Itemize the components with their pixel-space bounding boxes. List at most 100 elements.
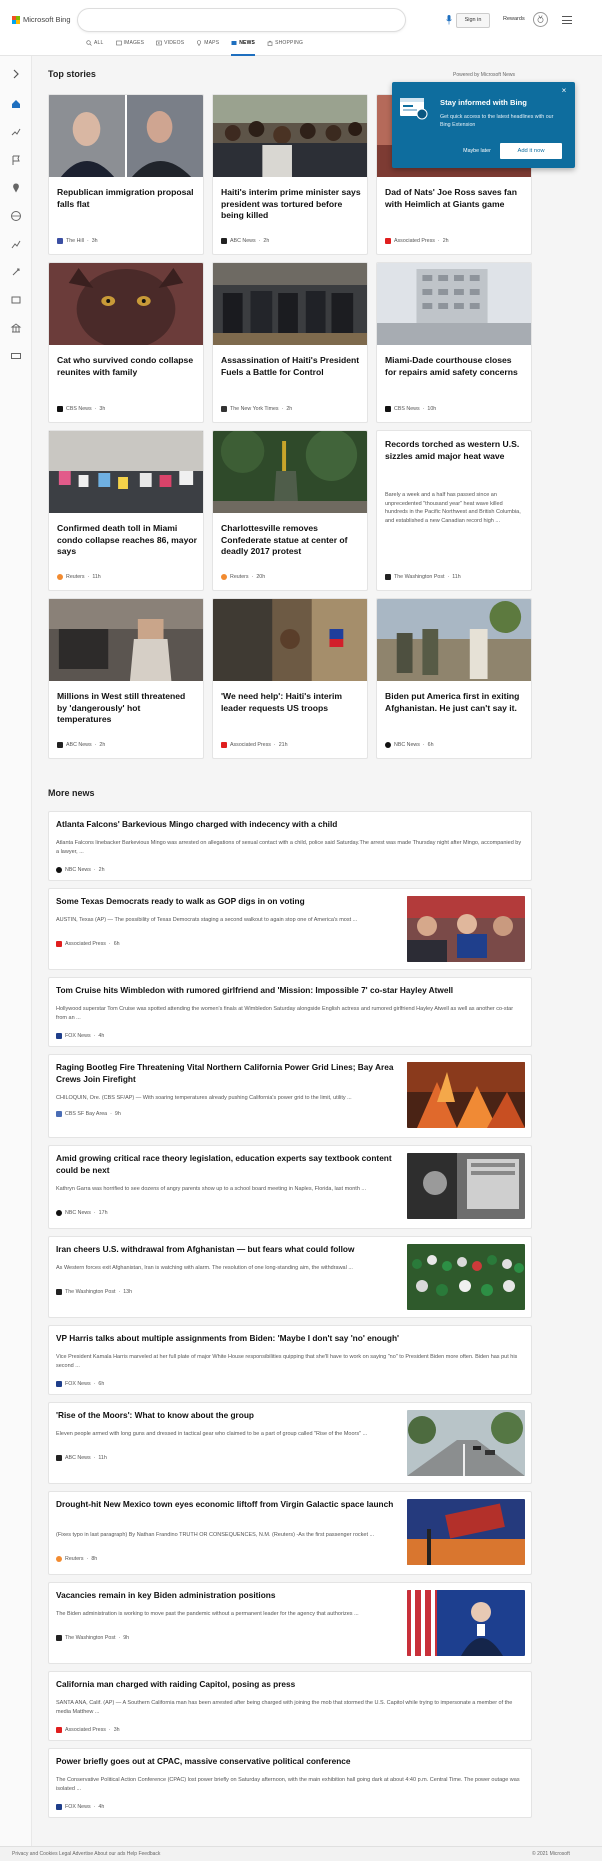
sign-in-button[interactable]: Sign in	[456, 13, 490, 28]
story-title[interactable]: Republican immigration proposal falls fl…	[57, 187, 197, 210]
story-source: Reuters · 20h	[221, 574, 265, 580]
news-title[interactable]: California man charged with raiding Capi…	[56, 1679, 522, 1691]
story-image	[213, 599, 367, 681]
story-title[interactable]: Records torched as western U.S. sizzles …	[385, 439, 525, 462]
story-title[interactable]: Biden put America first in exiting Afgha…	[385, 691, 525, 714]
header: Microsoft Bing Sign in Rewards ALL IMAGE…	[0, 0, 602, 56]
menu-icon[interactable]	[562, 16, 572, 24]
source-logo-icon	[221, 238, 227, 244]
story-title[interactable]: Charlottesville removes Confederate stat…	[221, 523, 361, 558]
source-logo-icon	[385, 238, 391, 244]
story-card[interactable]: Confirmed death toll in Miami condo coll…	[48, 430, 204, 591]
news-item[interactable]: Amid growing critical race theory legisl…	[48, 1145, 532, 1229]
news-item[interactable]: Drought-hit New Mexico town eyes economi…	[48, 1491, 532, 1575]
news-title[interactable]: Atlanta Falcons' Barkevious Mingo charge…	[56, 819, 522, 831]
news-source: FOX News · 4h	[56, 1804, 104, 1810]
news-title[interactable]: Tom Cruise hits Wimbledon with rumored g…	[56, 985, 522, 997]
story-card[interactable]: Millions in West still threatened by 'da…	[48, 598, 204, 759]
rewards-label[interactable]: Rewards	[503, 16, 525, 22]
tab-images[interactable]: IMAGES	[115, 40, 145, 56]
tab-shopping[interactable]: SHOPPING	[267, 40, 303, 56]
story-card[interactable]: Charlottesville removes Confederate stat…	[212, 430, 368, 591]
search-icon	[86, 40, 92, 46]
source-logo-icon	[56, 1556, 62, 1562]
news-title[interactable]: Iran cheers U.S. withdrawal from Afghani…	[56, 1244, 396, 1256]
story-title[interactable]: Miami-Dade courthouse closes for repairs…	[385, 355, 525, 378]
microphone-icon[interactable]	[446, 15, 452, 25]
news-item[interactable]: VP Harris talks about multiple assignmen…	[48, 1325, 532, 1395]
news-item[interactable]: Iran cheers U.S. withdrawal from Afghani…	[48, 1236, 532, 1318]
business-icon[interactable]	[10, 238, 22, 250]
close-icon[interactable]: ×	[559, 86, 569, 96]
story-title[interactable]: Cat who survived condo collapse reunites…	[57, 355, 197, 378]
news-title[interactable]: Drought-hit New Mexico town eyes economi…	[56, 1499, 396, 1511]
source-logo-icon	[56, 1804, 62, 1810]
story-card[interactable]: Haiti's interim prime minister says pres…	[212, 94, 368, 255]
science-icon[interactable]	[10, 266, 22, 278]
source-logo-icon	[57, 238, 63, 244]
bing-extension-popup: × Stay informed with Bing Get quick acce…	[392, 82, 575, 168]
tab-videos[interactable]: VIDEOS	[156, 40, 184, 56]
news-source: NBC News · 2h	[56, 867, 105, 873]
source-logo-icon	[57, 406, 63, 412]
search-tabs: ALL IMAGES VIDEOS MAPS NEWS SHOPPING	[86, 40, 303, 56]
news-item[interactable]: Power briefly goes out at CPAC, massive …	[48, 1748, 532, 1818]
story-card[interactable]: Records torched as western U.S. sizzles …	[376, 430, 532, 591]
bing-logo[interactable]: Microsoft Bing	[12, 15, 71, 24]
expand-icon[interactable]	[10, 68, 22, 80]
more-news-title: More news	[48, 788, 95, 798]
story-title[interactable]: Confirmed death toll in Miami condo coll…	[57, 523, 197, 558]
story-title[interactable]: Millions in West still threatened by 'da…	[57, 691, 197, 726]
search-input[interactable]	[90, 14, 360, 26]
news-snippet: The Biden administration is working to m…	[56, 1611, 359, 1617]
story-card[interactable]: Biden put America first in exiting Afgha…	[376, 598, 532, 759]
news-title[interactable]: Vacancies remain in key Biden administra…	[56, 1590, 396, 1602]
story-title[interactable]: Haiti's interim prime minister says pres…	[221, 187, 361, 222]
story-image	[49, 599, 203, 681]
news-item[interactable]: California man charged with raiding Capi…	[48, 1671, 532, 1741]
source-logo-icon	[385, 742, 391, 748]
money-icon[interactable]	[10, 350, 22, 362]
news-item[interactable]: Some Texas Democrats ready to walk as GO…	[48, 888, 532, 970]
news-source: Reuters · 8h	[56, 1556, 97, 1562]
news-thumbnail	[407, 1410, 525, 1476]
news-title[interactable]: Raging Bootleg Fire Threatening Vital No…	[56, 1062, 396, 1085]
trending-icon[interactable]	[10, 126, 22, 138]
story-source: Associated Press · 2h	[385, 238, 449, 244]
story-card[interactable]: Republican immigration proposal falls fl…	[48, 94, 204, 255]
rewards-medal-icon[interactable]	[533, 12, 548, 27]
story-title[interactable]: Assassination of Haiti's President Fuels…	[221, 355, 361, 378]
story-card[interactable]: Cat who survived condo collapse reunites…	[48, 262, 204, 423]
news-item[interactable]: Raging Bootleg Fire Threatening Vital No…	[48, 1054, 532, 1138]
story-card[interactable]: Miami-Dade courthouse closes for repairs…	[376, 262, 532, 423]
search-box[interactable]	[78, 9, 475, 31]
add-extension-button[interactable]: Add it now	[500, 143, 562, 159]
news-item[interactable]: Atlanta Falcons' Barkevious Mingo charge…	[48, 811, 532, 881]
image-icon	[115, 40, 122, 46]
location-icon[interactable]	[10, 182, 22, 194]
source-logo-icon	[221, 406, 227, 412]
flag-icon[interactable]	[10, 154, 22, 166]
home-icon[interactable]	[10, 98, 22, 110]
news-title[interactable]: Amid growing critical race theory legisl…	[56, 1153, 396, 1176]
news-item[interactable]: Tom Cruise hits Wimbledon with rumored g…	[48, 977, 532, 1047]
story-card[interactable]: Assassination of Haiti's President Fuels…	[212, 262, 368, 423]
entertainment-icon[interactable]	[10, 294, 22, 306]
news-title[interactable]: 'Rise of the Moors': What to know about …	[56, 1410, 396, 1422]
news-title[interactable]: Power briefly goes out at CPAC, massive …	[56, 1756, 522, 1768]
maybe-later-button[interactable]: Maybe later	[456, 144, 498, 159]
news-title[interactable]: Some Texas Democrats ready to walk as GO…	[56, 896, 396, 908]
story-card[interactable]: 'We need help': Haiti's interim leader r…	[212, 598, 368, 759]
news-title[interactable]: VP Harris talks about multiple assignmen…	[56, 1333, 522, 1345]
tab-all[interactable]: ALL	[86, 40, 104, 56]
footer-links[interactable]: Privacy and Cookies Legal Advertise Abou…	[12, 1851, 160, 1857]
globe-icon[interactable]	[10, 210, 22, 222]
video-icon	[156, 40, 162, 46]
news-item[interactable]: Vacancies remain in key Biden administra…	[48, 1582, 532, 1664]
tab-news[interactable]: NEWS	[231, 40, 256, 56]
news-item[interactable]: 'Rise of the Moors': What to know about …	[48, 1402, 532, 1484]
politics-icon[interactable]	[10, 322, 22, 334]
tab-maps[interactable]: MAPS	[196, 40, 219, 56]
story-title[interactable]: Dad of Nats' Joe Ross saves fan with Hei…	[385, 187, 525, 210]
story-title[interactable]: 'We need help': Haiti's interim leader r…	[221, 691, 361, 714]
